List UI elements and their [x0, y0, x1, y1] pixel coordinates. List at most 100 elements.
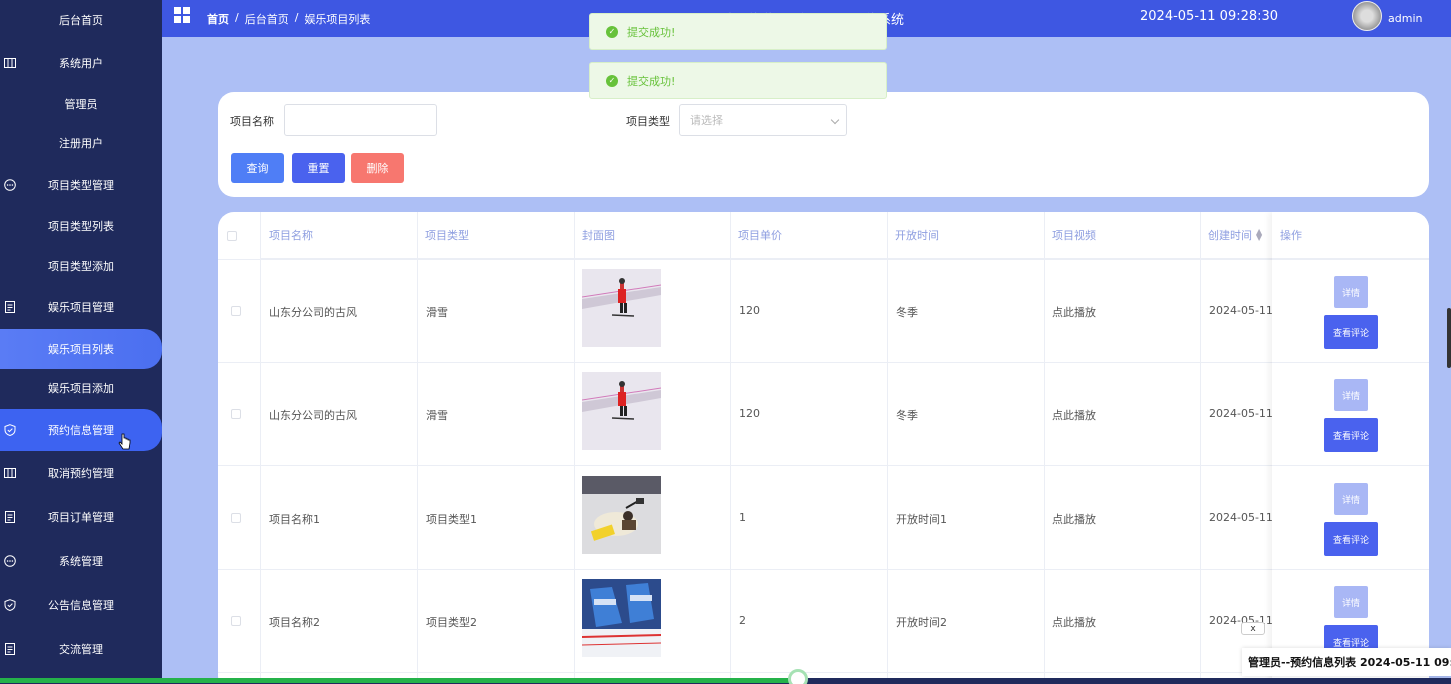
progress-knob[interactable] [788, 669, 808, 684]
breadcrumb-dashboard[interactable]: 后台首页 [245, 11, 289, 27]
column-header: 项目类型 [417, 212, 574, 259]
sidebar-item-label: 娱乐项目管理 [48, 301, 114, 314]
row-checkbox[interactable] [231, 513, 241, 523]
column-header: 开放时间 [887, 212, 1044, 259]
search-panel: 项目名称 项目类型 请选择 查询 重置 删除 [218, 92, 1429, 197]
detail-button[interactable]: 详情 [1334, 586, 1368, 618]
cover-image[interactable] [582, 579, 661, 657]
cell-price: 2 [739, 614, 746, 627]
view-comments-button[interactable]: 查看评论 [1324, 315, 1378, 349]
chevron-down-icon [830, 115, 840, 125]
shield-icon [4, 424, 16, 436]
datetime: 2024-05-11 09:28:30 [1140, 9, 1279, 24]
column-header: 操作 [1272, 212, 1429, 259]
sidebar-item-label: 项目订单管理 [48, 511, 114, 524]
username[interactable]: admin [1388, 12, 1422, 25]
row-checkbox[interactable] [231, 409, 241, 419]
sidebar-item-label: 娱乐项目列表 [48, 343, 114, 356]
cover-image[interactable] [582, 372, 661, 450]
cell-video-link[interactable]: 点此播放 [1052, 614, 1096, 630]
operations-column: 操作 详情 查看评论 详情 查看评论 详情 查看评论 详情 查看评论 [1272, 212, 1429, 684]
column-header: 封面图 [574, 212, 730, 259]
view-comments-button[interactable]: 查看评论 [1324, 522, 1378, 556]
sidebar-item-label: 公告信息管理 [48, 599, 114, 612]
cell-name: 山东分公司的古风 [269, 409, 357, 422]
row-checkbox[interactable] [231, 616, 241, 626]
success-toast: ✓ 提交成功! [589, 62, 887, 99]
caption-bar: 管理员--预约信息列表 2024-05-11 09:2 [1242, 648, 1451, 676]
sidebar-item-label: 预约信息管理 [48, 424, 114, 437]
sidebar-item-reservation-mgmt[interactable]: 预约信息管理 [0, 409, 162, 451]
reset-button[interactable]: 重置 [292, 153, 345, 183]
sidebar-item-entertainment-add[interactable]: 娱乐项目添加 [0, 368, 162, 408]
check-circle-icon: ✓ [606, 74, 618, 87]
success-toast: ✓ 提交成功! [589, 13, 887, 50]
sidebar-item-admins[interactable]: 管理员 [0, 84, 162, 124]
cell-video-link[interactable]: 点此播放 [1052, 304, 1096, 320]
menu-grid-icon[interactable] [174, 7, 190, 23]
cell-video-link[interactable]: 点此播放 [1052, 511, 1096, 527]
breadcrumb-home[interactable]: 首页 [207, 11, 229, 27]
select-placeholder: 请选择 [690, 114, 723, 127]
project-name-label: 项目名称 [230, 115, 274, 128]
sidebar-item-label: 项目类型管理 [48, 179, 114, 192]
sidebar-item-system-mgmt[interactable]: 系统管理 [0, 541, 162, 581]
cell-open-time: 开放时间1 [896, 513, 947, 526]
sidebar-item-entertainment-list[interactable]: 娱乐项目列表 [0, 329, 162, 369]
sidebar-item-home[interactable]: 后台首页 [0, 0, 162, 40]
toast-message: 提交成功! [627, 74, 676, 88]
sidebar-item-label: 系统管理 [59, 555, 103, 568]
cell-video-link[interactable]: 点此播放 [1052, 407, 1096, 423]
detail-button[interactable]: 详情 [1334, 483, 1368, 515]
sidebar-item-project-type-list[interactable]: 项目类型列表 [0, 206, 162, 246]
cover-image[interactable] [582, 269, 661, 347]
scrollbar-thumb[interactable] [1447, 308, 1451, 368]
breadcrumb: 首页 / 后台首页 / 娱乐项目列表 [207, 11, 370, 27]
cell-type: 项目类型1 [426, 513, 477, 526]
project-name-input[interactable] [284, 104, 437, 136]
sidebar: 后台首页 系统用户 管理员 注册用户 项目类型管理 项目类型列表 项目类型添加 … [0, 0, 162, 684]
sidebar-item-label: 娱乐项目添加 [48, 382, 114, 395]
detail-button[interactable]: 详情 [1334, 379, 1368, 411]
column-header: 项目名称 [261, 212, 417, 259]
project-type-label: 项目类型 [626, 115, 670, 128]
cell-name: 项目名称1 [269, 513, 320, 526]
close-caption-button[interactable]: x [1241, 622, 1265, 635]
check-circle-icon: ✓ [606, 25, 618, 38]
detail-button[interactable]: 详情 [1334, 276, 1368, 308]
columns-icon [4, 57, 16, 69]
project-table: 项目名称 项目类型 封面图 项目单价 开放时间 项目视频 创建时间 ▲ ▼ 山东分… [218, 212, 1429, 684]
row-checkbox[interactable] [231, 306, 241, 316]
query-button[interactable]: 查询 [231, 153, 284, 183]
column-header: 项目单价 [730, 212, 887, 259]
cell-type: 项目类型2 [426, 616, 477, 629]
breadcrumb-current: 娱乐项目列表 [304, 13, 371, 26]
sidebar-item-label: 项目类型添加 [48, 260, 114, 273]
cell-open-time: 冬季 [896, 409, 918, 422]
avatar[interactable] [1352, 1, 1382, 31]
project-type-select[interactable]: 请选择 [679, 104, 847, 136]
sidebar-item-communication[interactable]: 交流管理 [0, 629, 162, 669]
sidebar-item-system-users[interactable]: 系统用户 [0, 43, 162, 83]
column-header-label: 创建时间 [1208, 229, 1252, 242]
sidebar-item-label: 注册用户 [59, 137, 103, 150]
sidebar-item-announcements[interactable]: 公告信息管理 [0, 585, 162, 625]
cell-name: 山东分公司的古风 [269, 306, 357, 319]
sidebar-item-orders[interactable]: 项目订单管理 [0, 497, 162, 537]
column-header-sortable[interactable]: 创建时间 ▲ ▼ [1200, 212, 1272, 259]
sidebar-item-cancel-reservation[interactable]: 取消预约管理 [0, 453, 162, 493]
document-icon [4, 511, 16, 523]
view-comments-button[interactable]: 查看评论 [1324, 418, 1378, 452]
shield-icon [4, 599, 16, 611]
delete-button[interactable]: 删除 [351, 153, 404, 183]
select-all-checkbox[interactable] [227, 231, 237, 241]
sidebar-item-project-type-add[interactable]: 项目类型添加 [0, 246, 162, 286]
sidebar-item-registered-users[interactable]: 注册用户 [0, 123, 162, 163]
sort-icon[interactable]: ▲ ▼ [1256, 228, 1262, 242]
cell-open-time: 冬季 [896, 306, 918, 319]
sidebar-item-label: 系统用户 [59, 57, 103, 70]
document-icon [4, 301, 16, 313]
cover-image[interactable] [582, 476, 661, 554]
sidebar-item-project-type-mgmt[interactable]: 项目类型管理 [0, 165, 162, 205]
sidebar-item-entertainment-mgmt[interactable]: 娱乐项目管理 [0, 287, 162, 327]
